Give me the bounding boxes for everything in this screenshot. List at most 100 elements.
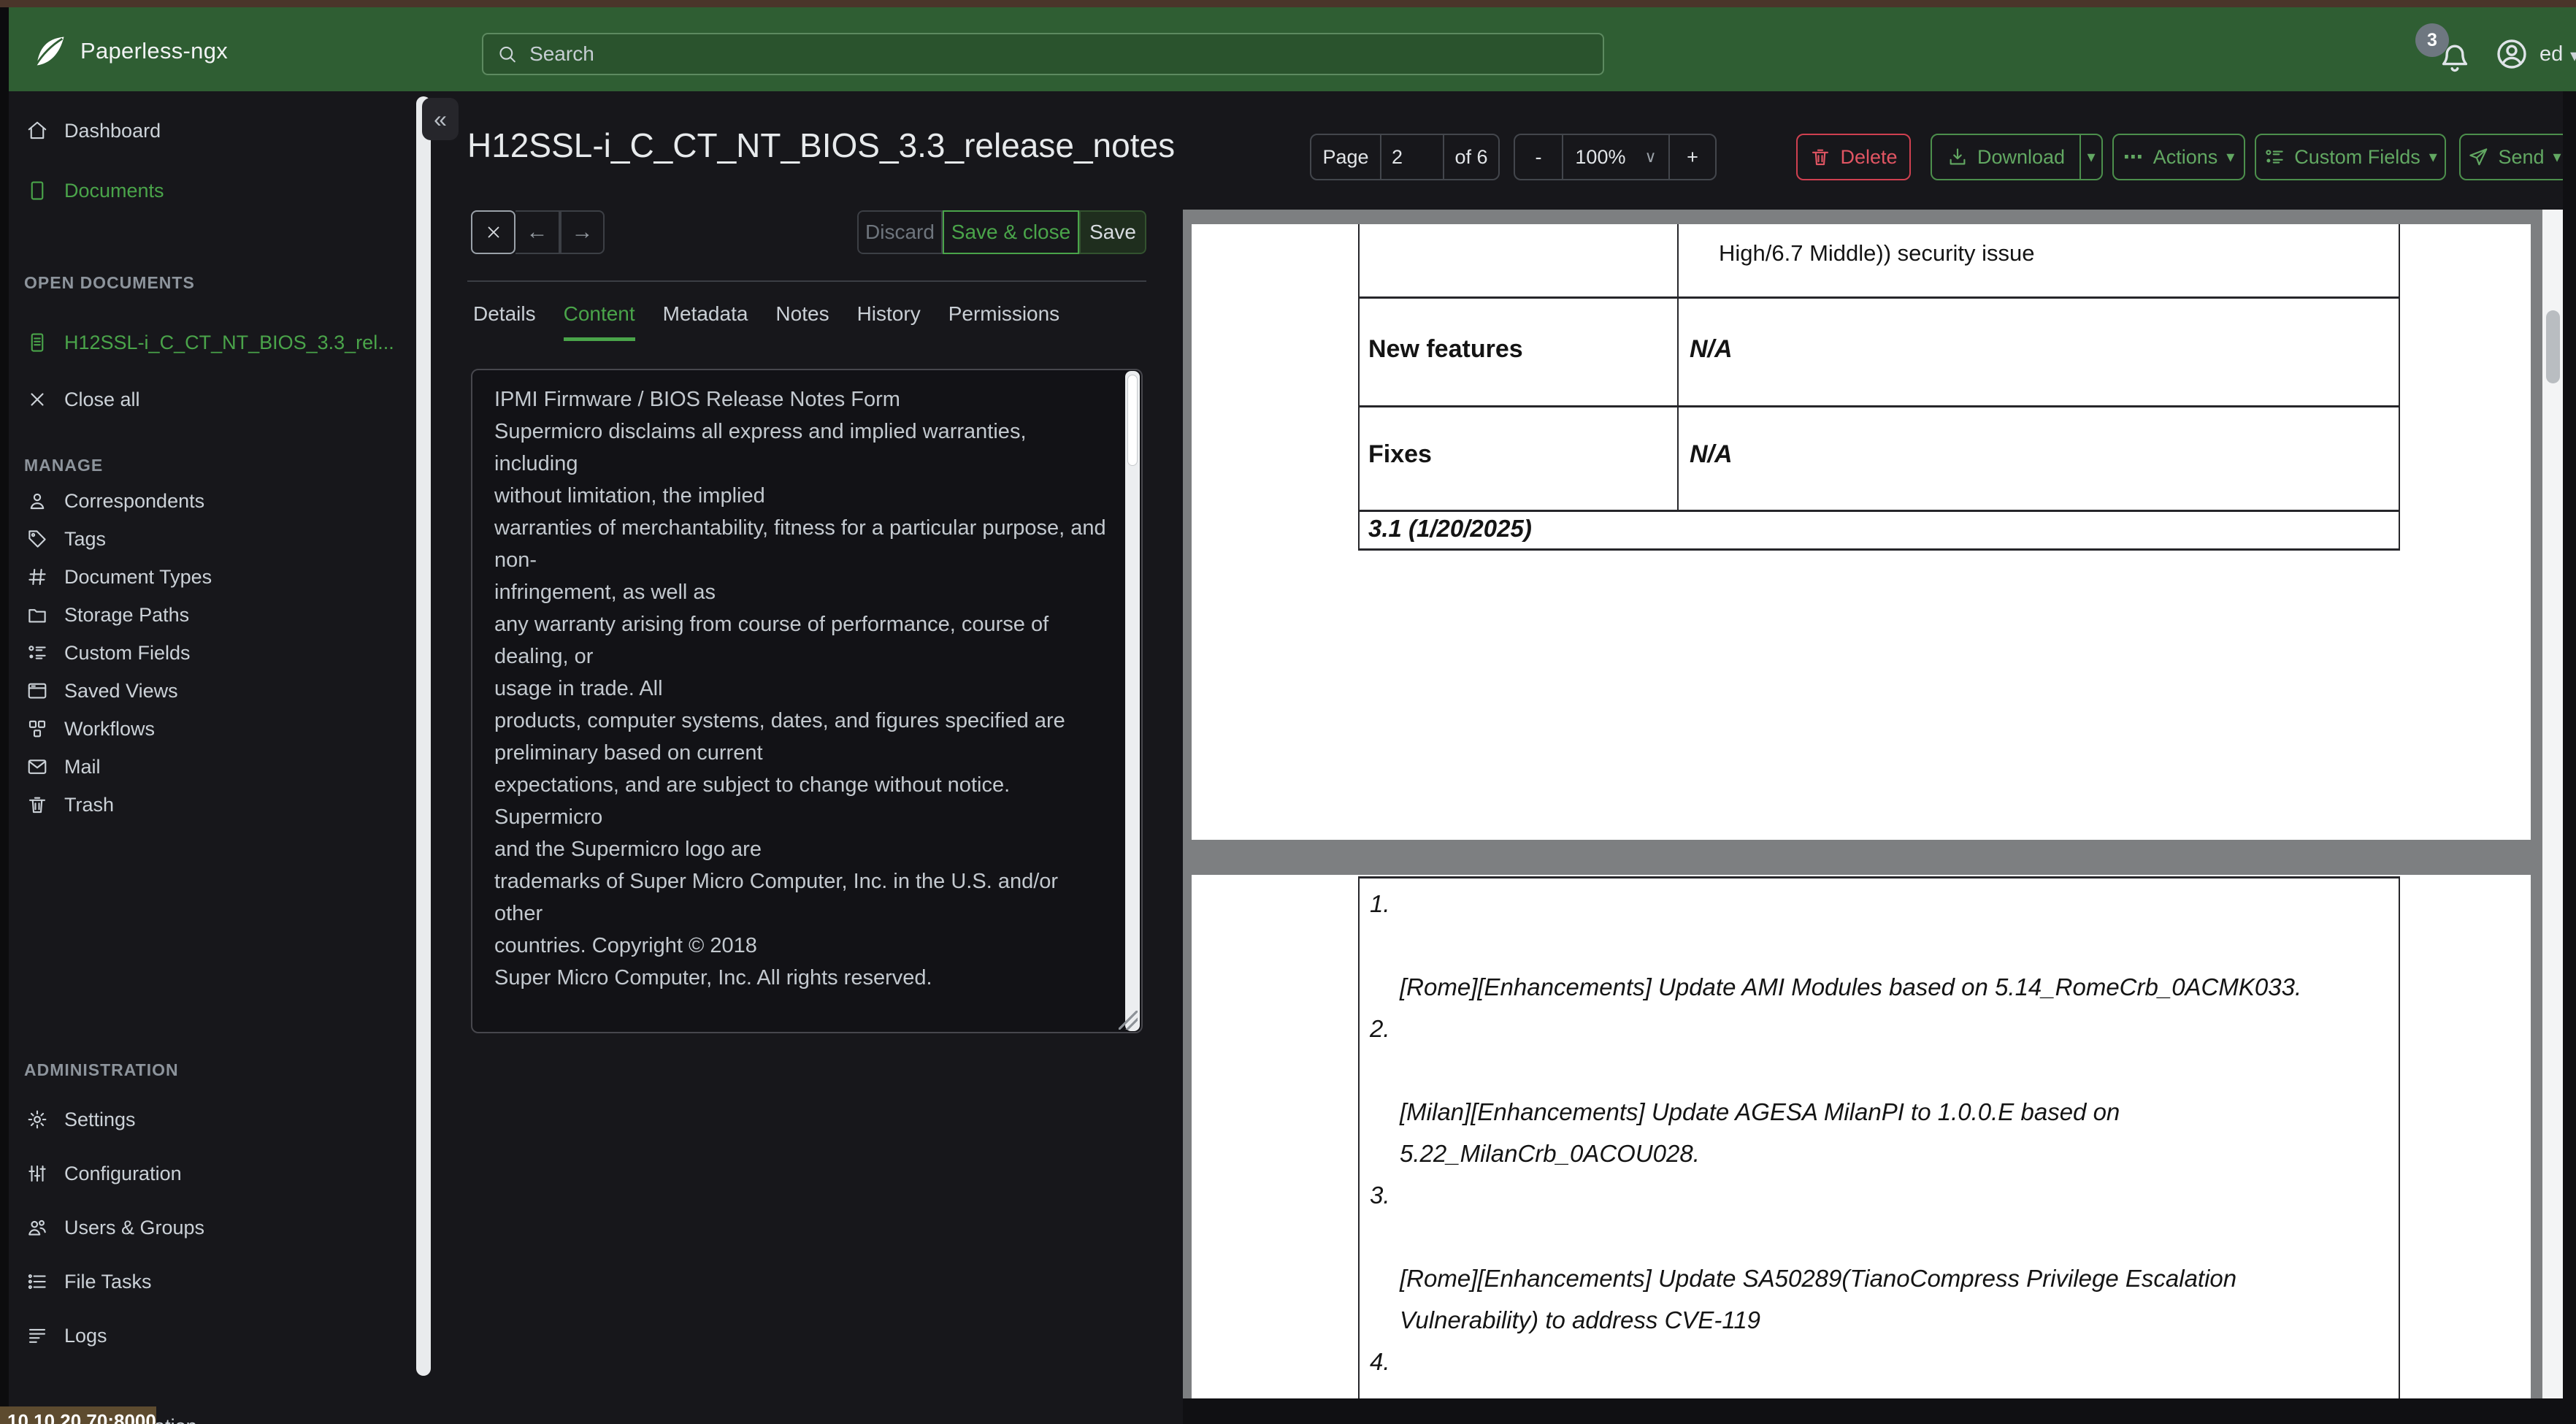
sidebar-item-icon <box>26 1271 48 1293</box>
search-icon <box>497 43 518 65</box>
caret-down-icon: ▾ <box>2087 148 2096 166</box>
close-document-button[interactable] <box>471 210 515 254</box>
pdf-table-row-label: New features <box>1368 335 1523 363</box>
sidebar-item[interactable]: Trash <box>9 786 415 824</box>
content-textarea[interactable]: IPMI Firmware / BIOS Release Notes Form … <box>471 369 1143 1033</box>
sidebar-item-icon <box>26 566 48 588</box>
sidebar-primary-nav: Dashboard Documents <box>9 101 415 221</box>
pdf-table-row-label: Fixes <box>1368 440 1432 468</box>
open-document-item[interactable]: H12SSL-i_C_CT_NT_BIOS_3.3_rel... <box>9 314 415 371</box>
tab-label: Content <box>563 302 635 325</box>
tab[interactable]: Permissions <box>948 302 1059 341</box>
sidebar-item-label: Dashboard <box>64 119 161 142</box>
open-document-icon <box>26 388 48 410</box>
administration-section-label: ADMINISTRATION <box>24 1060 179 1079</box>
page-input-cell <box>1380 135 1443 179</box>
open-document-icon <box>26 332 48 353</box>
tab[interactable]: Details <box>473 302 536 341</box>
tab[interactable]: Content <box>563 302 635 341</box>
sidebar-item[interactable]: Dashboard <box>9 101 415 161</box>
user-menu[interactable]: ed <box>2539 42 2563 66</box>
previous-document-button[interactable]: ← <box>515 210 560 254</box>
manage-list: Correspondents Tags Document Types Stora… <box>9 482 415 824</box>
sidebar-item[interactable]: Settings <box>9 1092 415 1147</box>
window-left-edge <box>0 7 9 1424</box>
sidebar-item-label: Saved Views <box>64 679 178 702</box>
pdf-page-1: High/6.7 Middle)) security issue New fea… <box>1192 224 2531 840</box>
custom-fields-icon <box>2263 146 2285 168</box>
textarea-resize-handle[interactable] <box>1119 1011 1138 1030</box>
sidebar-item[interactable]: Correspondents <box>9 482 415 520</box>
sidebar-item-icon <box>26 794 48 816</box>
sidebar-collapse-button[interactable]: « <box>422 98 459 140</box>
sidebar-item[interactable]: Mail <box>9 748 415 786</box>
pdf-list-item: 2. [Milan][Enhancements] Update AGESA Mi… <box>1358 1008 2399 1174</box>
user-avatar-icon[interactable] <box>2494 37 2529 72</box>
pdf-scrollbar-track[interactable] <box>2542 210 2563 1398</box>
tab-label: Notes <box>775 302 829 325</box>
sidebar-item-label: Tags <box>64 527 107 550</box>
download-menu-button[interactable]: ▾ <box>2079 135 2101 179</box>
sidebar-item-label: Custom Fields <box>64 641 191 664</box>
save-button[interactable]: Save <box>1079 210 1146 254</box>
page-number-input[interactable] <box>1387 145 1437 169</box>
sidebar-item[interactable]: Saved Views <box>9 672 415 710</box>
pdf-list-text: [Rome][Enhancements] Update SA50289(Tian… <box>1400 1265 2237 1333</box>
sidebar-item-label: Correspondents <box>64 489 205 512</box>
pdf-list-item: 3. [Rome][Enhancements] Update SA50289(T… <box>1358 1174 2399 1341</box>
sidebar-item[interactable]: File Tasks <box>9 1255 415 1309</box>
sidebar-item-label: Document Types <box>64 565 212 588</box>
zoom-out-button[interactable]: - <box>1515 135 1562 179</box>
sidebar-item[interactable]: Document Types <box>9 558 415 596</box>
sidebar-item-label: Configuration <box>64 1162 182 1184</box>
tab[interactable]: Metadata <box>663 302 748 341</box>
pdf-release-notes-list: 1. [Rome][Enhancements] Update AMI Modul… <box>1358 878 2399 1398</box>
sidebar-item[interactable]: Logs <box>9 1309 415 1363</box>
sidebar-item-label: Settings <box>64 1108 136 1130</box>
caret-down-icon: ▾ <box>2553 148 2561 166</box>
delete-button[interactable]: Delete <box>1796 134 1911 180</box>
zoom-in-button[interactable]: + <box>1668 135 1715 179</box>
download-button[interactable]: Download <box>1932 135 2079 179</box>
pdf-table-header-fragment: High/6.7 Middle)) security issue <box>1719 240 2035 266</box>
sidebar-item-icon <box>26 604 48 626</box>
sidebar-scrollbar[interactable] <box>416 96 431 1376</box>
tab[interactable]: Notes <box>775 302 829 341</box>
discard-button[interactable]: Discard <box>857 210 943 254</box>
pdf-list-number: 4. <box>1370 1348 1390 1375</box>
next-document-button[interactable]: → <box>560 210 605 254</box>
manage-section-label: MANAGE <box>24 456 104 475</box>
sidebar-item[interactable]: Documents <box>9 161 415 221</box>
content-scrollbar-thumb[interactable] <box>1127 375 1138 466</box>
search-input[interactable] <box>528 42 1590 66</box>
app-brand[interactable]: Paperless-ngx <box>31 31 228 72</box>
save-and-close-button[interactable]: Save & close <box>943 210 1079 254</box>
user-menu-caret-icon: ▾ <box>2570 46 2576 66</box>
panel-divider <box>467 280 1146 282</box>
edit-actions-group: Discard Save & close Save <box>857 210 1146 254</box>
sidebar-item[interactable]: Workflows <box>9 710 415 748</box>
sidebar-item[interactable]: Tags <box>9 520 415 558</box>
sidebar-item[interactable]: Configuration <box>9 1147 415 1201</box>
open-document-item[interactable]: Close all <box>9 371 415 428</box>
zoom-level-select[interactable]: 100% ∨ <box>1562 135 1668 179</box>
pdf-list-text: [Rome][Enhancements] Update AMI Modules … <box>1400 973 2302 1000</box>
sidebar-item[interactable]: Users & Groups <box>9 1201 415 1255</box>
pdf-scrollbar-thumb[interactable] <box>2546 310 2560 383</box>
actions-button[interactable]: ⋯ Actions ▾ <box>2112 134 2245 180</box>
sidebar-item[interactable]: Custom Fields <box>9 634 415 672</box>
send-button[interactable]: Send ▾ <box>2459 134 2569 180</box>
sidebar-item-label: Trash <box>64 793 115 816</box>
content-scrollbar-track[interactable] <box>1125 371 1140 1031</box>
document-title: H12SSL-i_C_CT_NT_BIOS_3.3_release_notes <box>467 126 1176 164</box>
tab-label: History <box>856 302 921 325</box>
page-navigation: Page of 6 <box>1310 134 1500 180</box>
custom-fields-button[interactable]: Custom Fields ▾ <box>2255 134 2446 180</box>
tab[interactable]: History <box>857 302 921 341</box>
sidebar-item[interactable]: Storage Paths <box>9 596 415 634</box>
custom-fields-label: Custom Fields <box>2294 145 2420 168</box>
sidebar-item-icon <box>26 680 48 702</box>
notifications-badge: 3 <box>2415 23 2449 57</box>
ellipsis-icon: ⋯ <box>2123 145 2144 168</box>
open-document-label: Close all <box>64 388 140 410</box>
